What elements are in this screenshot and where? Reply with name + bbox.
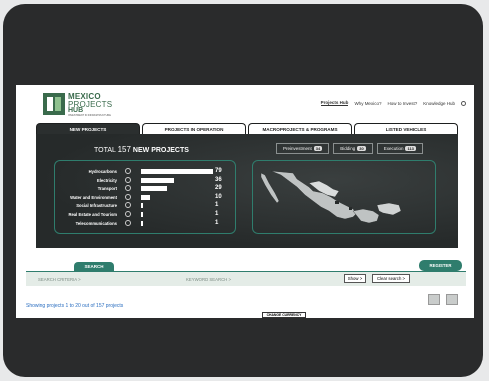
logo-mark (43, 93, 65, 115)
stage-preinvestment[interactable]: Preinvestment 34 (276, 143, 330, 154)
sector-icon (125, 211, 131, 217)
logo-tagline: INVESTMENT IN INFRASTRUCTURE (68, 114, 111, 117)
sector-row[interactable]: Real Estate and Tourism 1 (55, 211, 235, 218)
stage-count: 113 (405, 146, 416, 151)
keyword-search-toggle[interactable]: KEYWORD SEARCH > (186, 277, 231, 282)
sector-value: 36 (215, 176, 222, 183)
sector-row[interactable]: Transport 29 (55, 185, 235, 192)
search-icon[interactable] (461, 100, 466, 106)
nav-projects-hub[interactable]: Projects Hub (320, 100, 349, 106)
logo-line-3: HUB (68, 107, 84, 114)
sector-bar (141, 194, 151, 200)
sector-breakdown: Hydrocarbons 79 Electricity 36 Transport 29 Wa… (54, 160, 236, 234)
sector-bar (141, 220, 143, 226)
sector-label: Hydrocarbons (88, 169, 117, 174)
search-criteria-toggle[interactable]: SEARCH CRITERIA > (38, 277, 81, 282)
download-pdf-icon[interactable] (446, 294, 458, 305)
sector-icon (125, 185, 131, 192)
sector-icon (125, 202, 131, 209)
stage-count: 34 (313, 146, 323, 151)
show-button[interactable]: Show > (344, 274, 366, 283)
site-logo[interactable]: MEXICO PROJECTS HUB INVESTMENT IN INFRAS… (43, 91, 129, 117)
clear-search-button[interactable]: Clear search > (372, 274, 410, 283)
sector-value: 1 (215, 219, 219, 226)
sector-row[interactable]: Electricity 36 (55, 176, 235, 184)
device-frame: MEXICO PROJECTS HUB INVESTMENT IN INFRAS… (3, 4, 483, 377)
mexico-map[interactable] (252, 160, 436, 234)
mexico-map-icon (260, 170, 402, 224)
sector-value: 79 (215, 168, 222, 174)
change-currency-button[interactable]: CHANGE CURRENCY (262, 312, 306, 318)
sector-bar (141, 177, 174, 183)
nav-knowledge-hub[interactable]: Knowledge Hub (423, 101, 455, 106)
sector-icon (125, 168, 131, 174)
stage-filters: Preinvestment 34 Bidding 30 Execution 11… (276, 143, 423, 154)
sector-label: Real Estate and Tourism (68, 212, 117, 217)
sector-icon (125, 219, 131, 226)
stage-label: Preinvestment (283, 146, 312, 151)
tab-macroprojects[interactable]: MACROPROJECTS & PROGRAMS (248, 123, 352, 134)
stage-label: Execution (383, 146, 404, 151)
sector-label: Telecommunications (75, 220, 117, 226)
nav-how-to-invest[interactable]: How to Invest? (387, 101, 417, 106)
sector-icon (125, 193, 131, 200)
sector-row[interactable]: Social Infrastructure 1 (55, 202, 235, 209)
stage-label: Bidding (340, 146, 356, 151)
nav-why-mexico[interactable]: Why Mexico? (354, 101, 381, 106)
stage-count: 30 (357, 146, 366, 151)
sector-bar (141, 169, 213, 174)
sector-value: 29 (215, 185, 222, 192)
sector-bar (141, 203, 143, 209)
sector-value: 10 (215, 193, 222, 200)
total-count: 157 (117, 145, 131, 154)
sector-label: Social Infrastructure (76, 203, 117, 209)
sector-bar (141, 212, 143, 217)
sector-row[interactable]: Telecommunications 1 (55, 219, 235, 227)
sector-label: Electricity (96, 177, 117, 183)
tab-listed-vehicles[interactable]: LISTED VEHICLES (354, 123, 458, 134)
sector-label: Transport (97, 186, 117, 192)
sector-label: Water and Environment (70, 194, 117, 200)
sector-row[interactable]: Hydrocarbons 79 (55, 168, 235, 175)
stage-execution[interactable]: Execution 113 (376, 143, 423, 154)
main-nav: Projects Hub Why Mexico? How to Invest? … (320, 100, 466, 106)
results-count: Showing projects 1 to 20 out of 157 proj… (26, 303, 124, 309)
register-button[interactable]: REGISTER (419, 260, 462, 271)
total-prefix: TOTAL (94, 147, 116, 154)
sector-row[interactable]: Water and Environment 10 (55, 193, 235, 201)
sector-value: 1 (215, 202, 219, 209)
sector-icon (125, 176, 131, 183)
total-suffix: NEW PROJECTS (132, 147, 189, 154)
sector-bar (141, 186, 168, 192)
tab-projects-in-operation[interactable]: PROJECTS IN OPERATION (142, 123, 246, 134)
project-tabs: NEW PROJECTS PROJECTS IN OPERATION MACRO… (36, 123, 458, 134)
sector-value: 1 (215, 211, 219, 217)
search-bar: SEARCH CRITERIA > KEYWORD SEARCH > Show … (26, 271, 466, 286)
download-excel-icon[interactable] (428, 294, 440, 305)
tab-new-projects[interactable]: NEW PROJECTS (36, 123, 140, 134)
total-projects-title: TOTAL 157 NEW PROJECTS (94, 145, 189, 154)
stage-bidding[interactable]: Bidding 30 (333, 143, 373, 154)
search-tab[interactable]: SEARCH (74, 262, 114, 271)
new-projects-panel: TOTAL 157 NEW PROJECTS Preinvestment 34 … (36, 134, 458, 248)
browser-screen: MEXICO PROJECTS HUB INVESTMENT IN INFRAS… (16, 85, 474, 318)
